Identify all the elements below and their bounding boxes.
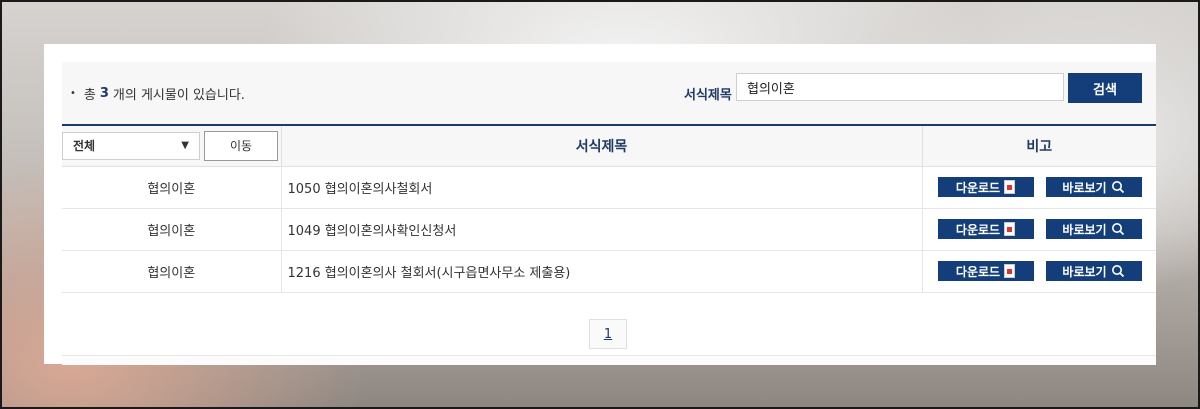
row-title[interactable]: 1216 협의이혼의사 철회서(시구읍면사무소 제출용) xyxy=(281,250,923,293)
category-select[interactable]: 전체 ▼ xyxy=(62,131,200,160)
view-label: 바로보기 xyxy=(1062,264,1107,279)
bullet-icon: • xyxy=(70,88,76,99)
download-label: 다운로드 xyxy=(955,222,1001,237)
row-actions: 다운로드 바로보기 xyxy=(922,208,1156,251)
view-button[interactable]: 바로보기 xyxy=(1045,219,1142,239)
search-label: 서식제목 xyxy=(684,88,732,103)
table-header-row: 전체 ▼ 이동 서식제목 비고 xyxy=(62,126,1156,167)
table-row: 협의이혼 1049 협의이혼의사확인신청서 다운로드 바로보기 xyxy=(62,208,1156,251)
row-category: 협의이혼 xyxy=(62,166,282,209)
search-icon xyxy=(1111,181,1124,194)
row-title[interactable]: 1050 협의이혼의사철회서 xyxy=(281,166,923,209)
board-toolbar: • 총 3 개의 게시물이 있습니다. 서식제목 검색 xyxy=(62,62,1156,126)
row-actions: 다운로드 바로보기 xyxy=(922,250,1156,293)
move-button[interactable]: 이동 xyxy=(204,130,278,161)
download-label: 다운로드 xyxy=(955,264,1001,279)
forms-table: 전체 ▼ 이동 서식제목 비고 협의이혼 1050 협의이혼의사철회서 다운로드… xyxy=(62,126,1156,293)
page-link-current[interactable]: 1 xyxy=(589,319,627,349)
file-icon xyxy=(1004,264,1016,278)
search-button[interactable]: 검색 xyxy=(1068,73,1142,103)
view-button[interactable]: 바로보기 xyxy=(1045,177,1142,197)
download-button[interactable]: 다운로드 xyxy=(937,177,1034,197)
category-filter-cell: 전체 ▼ 이동 xyxy=(62,126,282,167)
download-label: 다운로드 xyxy=(955,180,1001,195)
view-label: 바로보기 xyxy=(1062,180,1107,195)
row-category: 협의이혼 xyxy=(62,208,282,251)
category-select-value: 전체 xyxy=(73,139,96,154)
search-input[interactable] xyxy=(736,73,1064,101)
row-title[interactable]: 1049 협의이혼의사확인신청서 xyxy=(281,208,923,251)
view-label: 바로보기 xyxy=(1062,222,1107,237)
file-icon xyxy=(1004,222,1016,236)
view-button[interactable]: 바로보기 xyxy=(1045,261,1142,281)
file-icon xyxy=(1004,180,1016,194)
post-count: • 총 3 개의 게시물이 있습니다. xyxy=(70,84,245,103)
count-number: 3 xyxy=(99,86,109,101)
table-row: 협의이혼 1216 협의이혼의사 철회서(시구읍면사무소 제출용) 다운로드 바… xyxy=(62,250,1156,293)
header-title: 서식제목 xyxy=(281,126,923,167)
count-suffix: 개의 게시물이 있습니다. xyxy=(112,88,245,103)
search-icon xyxy=(1111,223,1124,236)
table-row: 협의이혼 1050 협의이혼의사철회서 다운로드 바로보기 xyxy=(62,166,1156,209)
bottom-divider xyxy=(62,355,1156,365)
header-remarks: 비고 xyxy=(922,126,1156,167)
row-category: 협의이혼 xyxy=(62,250,282,293)
count-prefix: 총 xyxy=(83,88,96,103)
chevron-down-icon: ▼ xyxy=(181,140,189,152)
download-button[interactable]: 다운로드 xyxy=(937,261,1034,281)
board-panel: • 총 3 개의 게시물이 있습니다. 서식제목 검색 xyxy=(44,44,1156,365)
download-button[interactable]: 다운로드 xyxy=(937,219,1034,239)
pagination: 1 xyxy=(589,319,627,349)
search-icon xyxy=(1111,265,1124,278)
row-actions: 다운로드 바로보기 xyxy=(922,166,1156,209)
board-inner: • 총 3 개의 게시물이 있습니다. 서식제목 검색 xyxy=(62,62,1156,293)
